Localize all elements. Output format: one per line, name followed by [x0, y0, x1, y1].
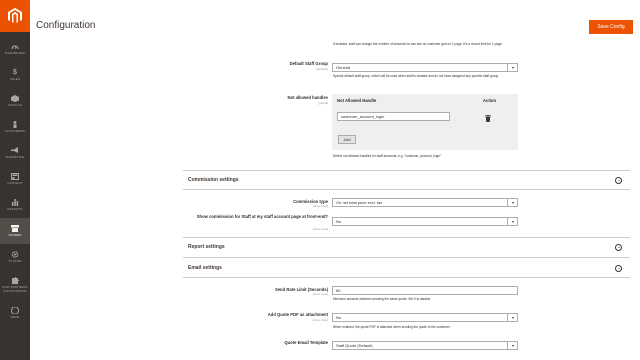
quote-pdf-scope: [store view]	[312, 318, 328, 322]
default-staff-group-scope: [website]	[316, 67, 328, 71]
show-commission-scope: [store view]	[312, 227, 328, 231]
nav-marketing[interactable]: MARKETING	[0, 140, 30, 166]
report-settings-title[interactable]: Report settings	[188, 244, 225, 250]
nav-label: STORES	[8, 233, 22, 237]
quote-pdf-select[interactable]: No	[332, 313, 518, 322]
nav-stores[interactable]: STORES	[0, 218, 30, 244]
add-handle-button[interactable]: Add	[338, 135, 356, 144]
nav-label: SYSTEM	[8, 259, 22, 263]
nav-content[interactable]: CONTENT	[0, 166, 30, 192]
nav-system[interactable]: SYSTEM	[0, 244, 30, 270]
quote-email-template-value: Staff Quote (Default)	[336, 343, 373, 348]
dashboard-icon	[11, 43, 19, 50]
page-title: Configuration	[36, 20, 96, 31]
quote-pdf-note: When enabled, the quote PDF is attached …	[333, 325, 451, 329]
not-allowed-handles-label: Not allowed handles	[287, 95, 329, 100]
not-allowed-handles-scope: [global]	[318, 101, 328, 105]
nav-customers[interactable]: CUSTOMERS	[0, 114, 30, 140]
section-divider	[183, 237, 630, 238]
handle-input[interactable]: customer_account_login	[337, 112, 450, 121]
chevron-down-icon	[507, 64, 517, 71]
show-commission-label: Show commission for Staff at my staff ac…	[196, 214, 328, 219]
send-rate-limit-scope: [store view]	[312, 292, 328, 296]
send-rate-limit-note: Minimum seconds between sending the same…	[333, 297, 432, 301]
section-divider	[183, 170, 630, 171]
nav-label: FIND PARTNERS & EXTENSIONS	[2, 285, 28, 293]
save-config-button[interactable]: Save Config	[589, 20, 633, 34]
nav-label: CONTENT	[7, 181, 23, 185]
default-staff-group-label: Default Staff Group	[289, 61, 328, 66]
section-divider	[183, 189, 630, 190]
chevron-down-icon	[507, 218, 517, 225]
nav-dear[interactable]: DEAR	[0, 300, 30, 326]
collapse-toggle-icon[interactable]	[615, 244, 622, 251]
section-divider	[183, 277, 630, 278]
section-divider	[183, 257, 630, 258]
commission-type-scope: [store view]	[312, 204, 328, 208]
nav-find-partners[interactable]: FIND PARTNERS & EXTENSIONS	[0, 270, 30, 300]
quote-email-template-select[interactable]: Staff Quote (Default)	[332, 341, 518, 350]
not-allowed-handles-table: Not Allowed Handle Action customer_accou…	[332, 94, 518, 150]
magento-logo[interactable]	[0, 0, 30, 32]
trash-icon[interactable]	[485, 115, 491, 122]
collapse-toggle-icon[interactable]	[615, 177, 622, 184]
chevron-down-icon	[507, 314, 517, 321]
show-commission-select[interactable]: No	[332, 217, 518, 226]
user-icon	[11, 121, 19, 128]
commission-settings-title[interactable]: Commission settings	[188, 177, 239, 183]
quote-pdf-value: No	[336, 315, 342, 320]
show-commission-value: No	[336, 219, 342, 224]
nav-reports[interactable]: REPORTS	[0, 192, 30, 218]
nav-sales[interactable]: $ SALES	[0, 62, 30, 88]
layout-icon	[11, 173, 19, 180]
default-staff-group-note: Specify default staff group, which will …	[333, 74, 500, 78]
dollar-icon: $	[13, 69, 17, 76]
records-limit-note: If enabled, staff can change the number …	[333, 42, 503, 46]
box-icon	[11, 95, 19, 102]
store-icon	[11, 225, 19, 232]
collapse-toggle-icon[interactable]	[615, 265, 622, 272]
commission-type-select[interactable]: On net total price excl. tax	[332, 198, 518, 207]
megaphone-icon	[11, 147, 19, 154]
quote-pdf-label: Add Quote PDF as attachment	[267, 312, 328, 317]
nav-label: CATALOG	[7, 103, 23, 107]
col-not-allowed-handle: Not Allowed Handle	[337, 98, 377, 103]
not-allowed-handles-note: Define not allowed handles for staff acc…	[333, 154, 442, 158]
email-settings-title[interactable]: Email settings	[188, 265, 222, 271]
chevron-down-icon	[507, 342, 517, 349]
magento-logo-icon	[8, 8, 22, 23]
chevron-down-icon	[507, 199, 517, 206]
gear-icon	[11, 251, 19, 258]
col-action: Action	[483, 98, 497, 103]
hexagon-icon	[11, 307, 19, 314]
nav-dashboard[interactable]: DASHBOARD	[0, 36, 30, 62]
puzzle-icon	[11, 277, 19, 284]
quote-email-template-label: Quote Email Template	[284, 340, 328, 345]
default-staff-group-value: General	[336, 65, 351, 70]
nav-label: SALES	[9, 77, 21, 81]
send-rate-limit-input[interactable]: 60	[332, 286, 518, 295]
nav-label: REPORTS	[7, 207, 23, 211]
bar-chart-icon	[11, 199, 19, 206]
nav-label: DEAR	[10, 315, 20, 319]
commission-type-value: On net total price excl. tax	[336, 200, 383, 205]
nav-label: CUSTOMERS	[4, 129, 25, 133]
admin-sidebar: DASHBOARD $ SALES CATALOG CUSTOMERS MARK…	[0, 0, 30, 360]
default-staff-group-select[interactable]: General	[332, 63, 518, 72]
nav-label: MARKETING	[5, 155, 25, 159]
nav-catalog[interactable]: CATALOG	[0, 88, 30, 114]
nav-label: DASHBOARD	[5, 51, 25, 55]
